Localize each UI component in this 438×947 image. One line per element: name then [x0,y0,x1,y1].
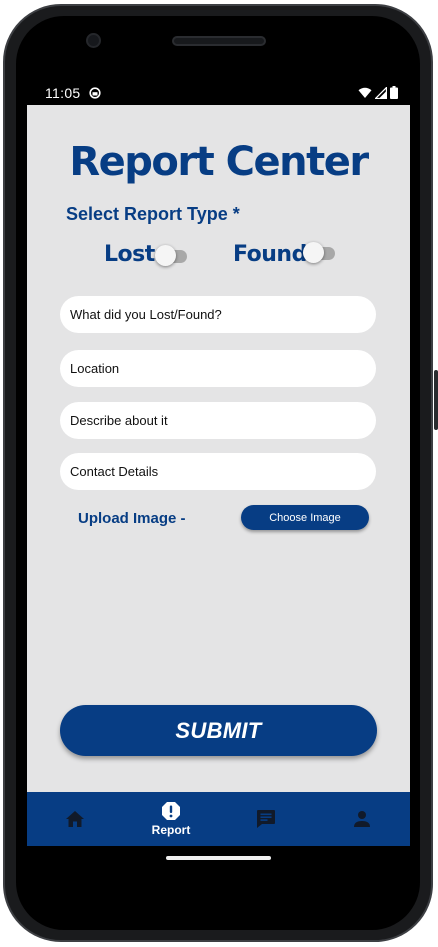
signal-icon [375,86,387,99]
upload-image-label: Upload Image - [78,510,186,527]
lost-toggle-label: Lost [104,242,155,267]
location-input[interactable] [60,350,376,387]
report-screen: Report Center Select Report Type * Lost … [27,105,410,792]
found-toggle-label: Found [233,242,307,267]
side-button [434,370,438,430]
app-notification-icon [89,87,101,99]
lost-toggle-thumb [155,245,176,266]
nav-item-report-label: Report [151,823,191,837]
submit-button[interactable]: SUBMIT [60,705,377,756]
description-input[interactable] [60,402,376,439]
bottom-navigation: Report [27,792,410,846]
chat-icon [257,810,275,828]
nav-item-chat[interactable] [218,792,314,846]
battery-icon [390,86,398,99]
nav-item-home[interactable] [27,792,123,846]
found-toggle-thumb [303,242,324,263]
select-report-type-label: Select Report Type * [66,204,240,224]
wifi-icon [358,87,372,98]
nav-item-profile[interactable] [314,792,410,846]
contact-details-input[interactable] [60,453,376,490]
front-camera [86,33,101,48]
found-toggle-switch[interactable] [303,242,337,264]
earpiece-speaker [172,36,266,46]
status-time: 11:05 [45,85,81,101]
status-icons [358,86,398,99]
system-nav-bar [27,846,410,881]
home-indicator[interactable] [166,856,271,860]
page-title: Report Center [69,139,369,185]
status-bar: 11:05 [27,81,410,105]
home-icon [66,811,84,827]
report-alert-icon [162,802,180,820]
person-icon [354,811,370,827]
what-lost-found-input[interactable] [60,296,376,333]
lost-toggle-switch[interactable] [155,245,189,267]
nav-item-report[interactable]: Report [123,792,219,846]
choose-image-button[interactable]: Choose Image [241,505,369,530]
